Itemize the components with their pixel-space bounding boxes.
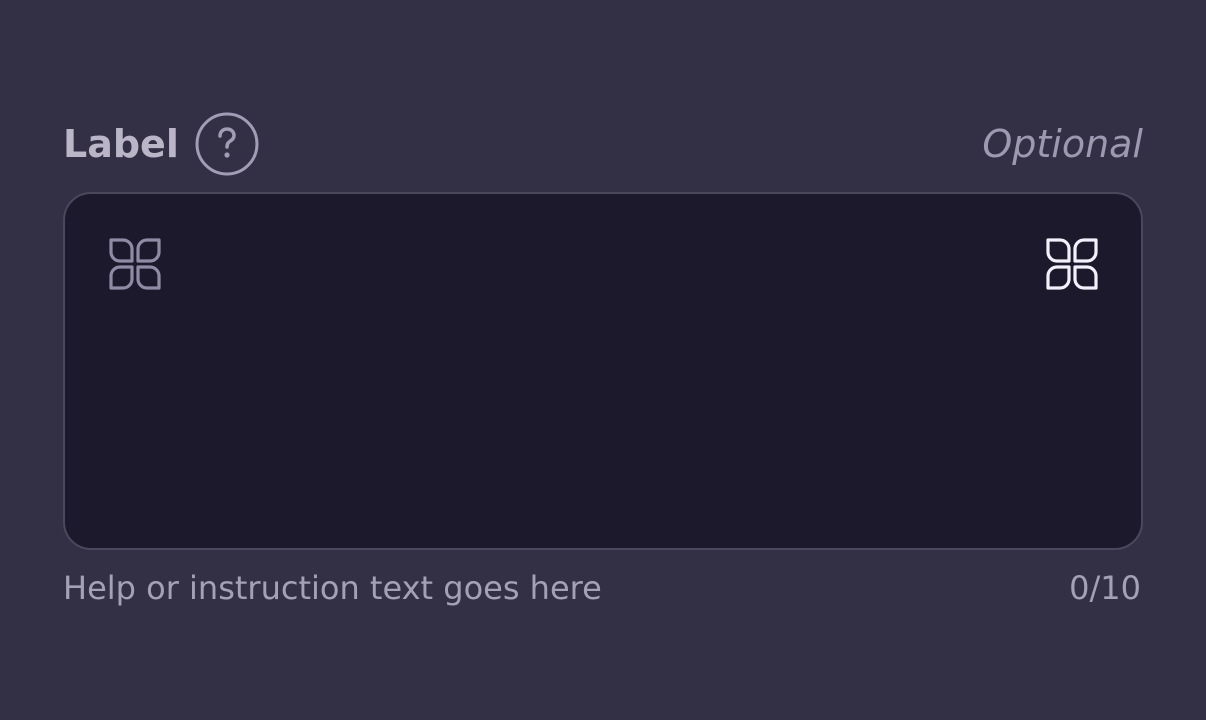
text-area-field: Label Optional Help or instruction text … — [63, 110, 1143, 607]
text-area[interactable] — [63, 192, 1143, 550]
field-header: Label Optional — [63, 110, 1143, 178]
text-area-input[interactable] — [189, 224, 1017, 524]
field-label: Label — [63, 122, 179, 166]
four-petal-grid-icon[interactable] — [1045, 237, 1099, 291]
help-text: Help or instruction text goes here — [63, 569, 602, 607]
field-footer: Help or instruction text goes here 0/10 — [63, 566, 1143, 610]
four-petal-grid-icon — [108, 237, 162, 291]
optional-indicator: Optional — [982, 122, 1143, 166]
question-circle-icon[interactable] — [195, 112, 259, 176]
character-counter: 0/10 — [1069, 569, 1141, 607]
